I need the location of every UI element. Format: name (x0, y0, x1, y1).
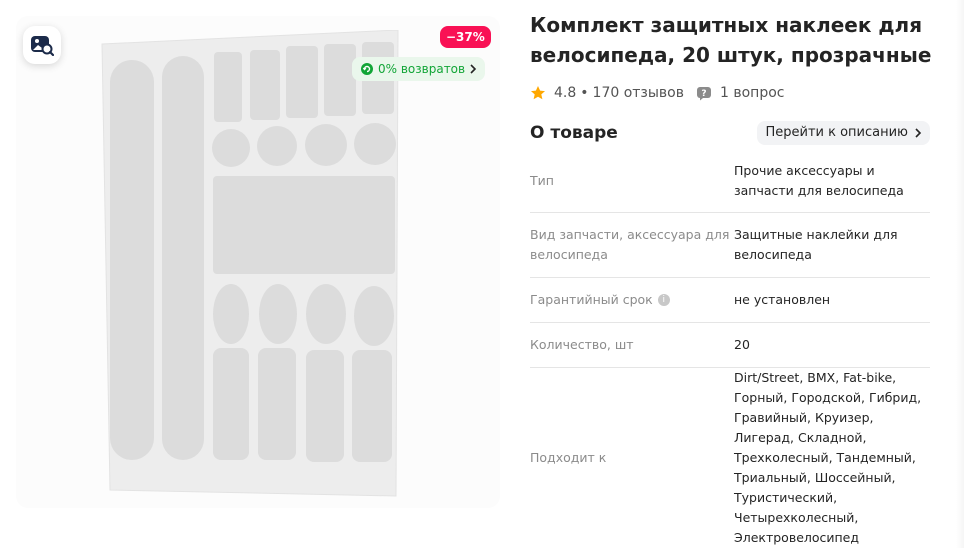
spec-name: Подходит к (530, 450, 607, 465)
image-search-icon (31, 36, 54, 56)
spec-name: Вид запчасти, аксессуара для велосипеда (530, 227, 730, 262)
rating-row[interactable]: 4.8 • 170 отзывов ? 1 вопрос (530, 84, 784, 102)
spec-value: Прочие аксессуары и запчасти для велосип… (734, 163, 904, 198)
spec-row: Количество, шт 20 (530, 323, 930, 368)
svg-text:?: ? (701, 89, 706, 99)
spec-name: Количество, шт (530, 337, 634, 352)
search-by-photo-button[interactable] (23, 26, 61, 64)
product-image (101, 30, 399, 497)
question-icon: ? (697, 87, 711, 101)
spec-name: Тип (530, 173, 554, 188)
specs-table: Тип Прочие аксессуары и запчасти для вел… (530, 150, 930, 548)
go-to-description-button[interactable]: Перейти к описанию (757, 121, 930, 145)
spec-row: Вид запчасти, аксессуара для велосипеда … (530, 213, 930, 278)
spec-row: Подходит к Dirt/Street, BMX, Fat-bike, Г… (530, 368, 930, 548)
spec-value: не установлен (734, 292, 831, 307)
discount-badge: −37% (440, 26, 491, 48)
spec-name-label: Гарантийный срок (530, 292, 653, 307)
returns-label: 0% возвратов (378, 62, 466, 76)
chevron-right-icon (470, 64, 477, 74)
rating-separator: • (580, 85, 589, 101)
rating-value: 4.8 (554, 85, 577, 101)
product-title: Комплект защитных наклеек для велосипеда… (530, 13, 932, 67)
spec-value: Защитные наклейки для велосипеда (734, 227, 898, 262)
returns-icon (361, 63, 373, 75)
spec-row: Тип Прочие аксессуары и запчасти для вел… (530, 150, 930, 213)
spec-name-with-info: Гарантийный срок i (530, 278, 734, 322)
about-section-header: О товаре Перейти к описанию (530, 120, 930, 146)
returns-badge[interactable]: 0% возвратов (352, 57, 486, 81)
info-icon[interactable]: i (657, 294, 670, 306)
about-title: О товаре (530, 123, 618, 143)
star-icon (531, 86, 545, 100)
spec-value: 20 (734, 337, 750, 352)
chevron-right-icon (915, 128, 922, 138)
reviews-link[interactable]: 170 отзывов (593, 85, 684, 101)
go-to-description-label: Перейти к описанию (765, 125, 908, 140)
page-edge-shadow (956, 0, 964, 548)
spec-value: Dirt/Street, BMX, Fat-bike, Горный, Горо… (734, 370, 922, 545)
spec-row: Гарантийный срок i не установлен (530, 278, 930, 323)
questions-link[interactable]: 1 вопрос (720, 85, 784, 101)
